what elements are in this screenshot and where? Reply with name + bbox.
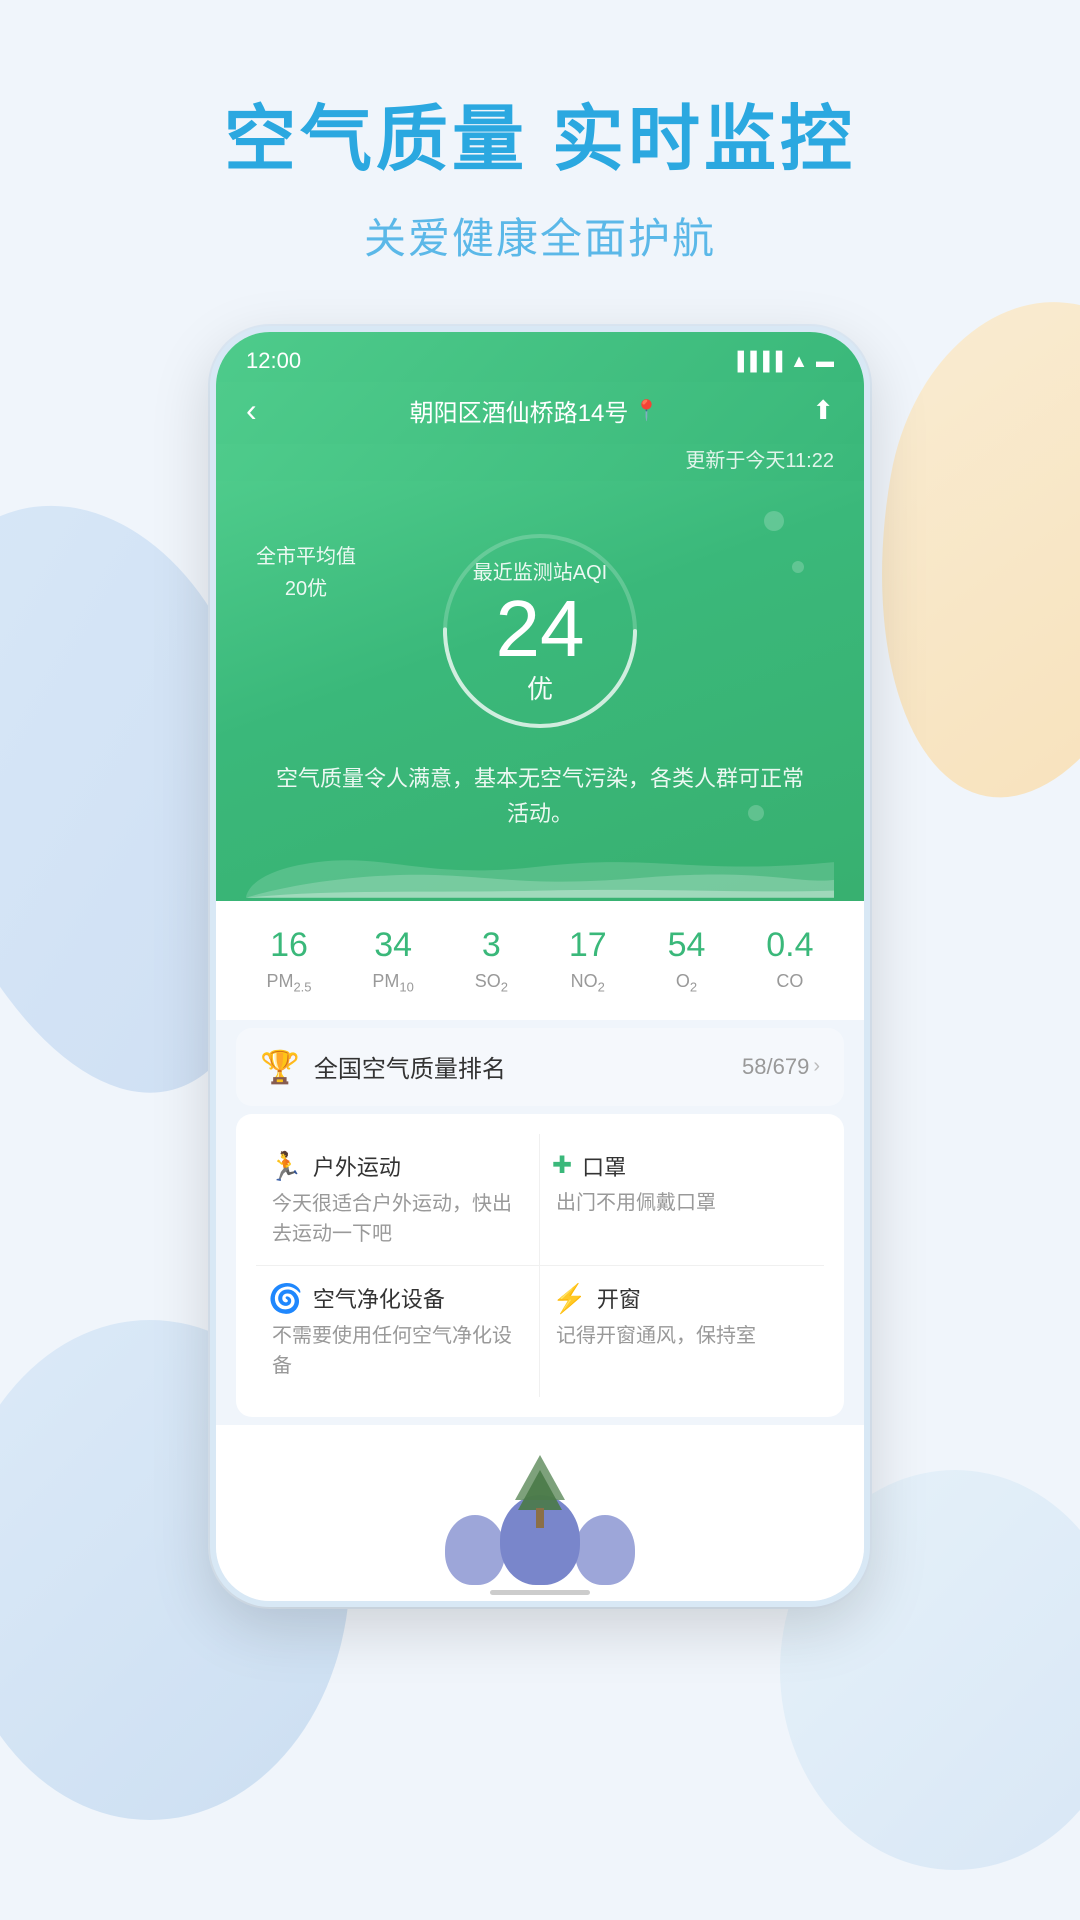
metric-co-label: CO — [776, 971, 803, 992]
home-indicator — [490, 1590, 590, 1595]
lifestyle-purifier: 🌀 空气净化设备 不需要使用任何空气净化设备 — [256, 1266, 540, 1397]
aqi-quality: 优 — [527, 669, 553, 706]
aqi-circle: 最近监测站AQI 24 优 — [430, 521, 650, 741]
lifestyle-outdoor: 🏃 户外运动 今天很适合户外运动，快出去运动一下吧 — [256, 1134, 540, 1266]
purifier-icon: 🌀 — [268, 1282, 303, 1315]
trophy-icon: 🏆 — [260, 1048, 300, 1086]
aqi-section: 全市平均值 20优 最近监测站AQI 24 优 — [216, 481, 864, 901]
aqi-circle-container: 最近监测站AQI 24 优 — [246, 501, 834, 741]
share-button[interactable]: ⬆ — [812, 395, 834, 426]
metric-pm10-value: 34 — [374, 926, 412, 965]
ranking-value: 58/679 › — [742, 1054, 820, 1080]
mask-title: 口罩 — [582, 1150, 626, 1182]
metric-no2: 17 NO2 — [569, 926, 607, 995]
phone-mockup: 12:00 ▐▐▐▐ ▲ ▬ ‹ 朝阳区酒仙桥路14号 📍 ⬆ 更新于今天11:… — [210, 326, 870, 1607]
aqi-value: 24 — [496, 589, 585, 669]
outdoor-title: 户外运动 — [313, 1150, 401, 1182]
outdoor-desc: 今天很适合户外运动，快出去运动一下吧 — [268, 1189, 527, 1249]
metric-pm25-label: PM2.5 — [266, 971, 311, 995]
lifestyle-mask-header: ✚ 口罩 — [552, 1150, 812, 1182]
location-title: 朝阳区酒仙桥路14号 📍 — [410, 393, 660, 428]
back-button[interactable]: ‹ — [246, 392, 257, 429]
lifestyle-purifier-header: 🌀 空气净化设备 — [268, 1282, 527, 1315]
metric-so2: 3 SO2 — [475, 926, 508, 995]
metric-pm25: 16 PM2.5 — [266, 926, 311, 995]
lifestyle-window-header: ⚡ 开窗 — [552, 1282, 812, 1315]
ranking-section[interactable]: 🏆 全国空气质量排名 58/679 › — [236, 1028, 844, 1106]
lifestyle-outdoor-header: 🏃 户外运动 — [268, 1150, 527, 1183]
location-text: 朝阳区酒仙桥路14号 — [410, 393, 629, 428]
aqi-description: 空气质量令人满意，基本无空气污染，各类人群可正常活动。 — [246, 741, 834, 831]
outdoor-icon: 🏃 — [268, 1150, 303, 1183]
ranking-left: 🏆 全国空气质量排名 — [260, 1048, 506, 1086]
metric-pm25-value: 16 — [270, 926, 308, 965]
window-title: 开窗 — [597, 1282, 641, 1314]
metric-co: 0.4 CO — [766, 926, 813, 995]
metric-so2-value: 3 — [482, 926, 501, 965]
aqi-station-label: 最近监测站AQI — [473, 556, 607, 585]
ranking-label: 全国空气质量排名 — [314, 1049, 506, 1084]
lifestyle-section: 🏃 户外运动 今天很适合户外运动，快出去运动一下吧 ✚ 口罩 出门不用佩戴口罩 … — [236, 1114, 844, 1417]
metric-o2-value: 54 — [668, 926, 706, 965]
mask-icon: ✚ — [552, 1151, 572, 1180]
status-time: 12:00 — [246, 348, 301, 374]
metric-no2-label: NO2 — [571, 971, 605, 995]
wifi-icon: ▲ — [790, 351, 808, 372]
main-title: 空气质量 实时监控 — [224, 80, 856, 185]
metric-co-value: 0.4 — [766, 926, 813, 965]
window-icon: ⚡ — [552, 1282, 587, 1315]
metric-pm10-label: PM10 — [372, 971, 413, 995]
metric-pm10: 34 PM10 — [372, 926, 413, 995]
sub-title: 关爱健康全面护航 — [364, 205, 716, 266]
purifier-title: 空气净化设备 — [313, 1282, 445, 1314]
status-icons: ▐▐▐▐ ▲ ▬ — [731, 351, 834, 372]
location-pin-icon: 📍 — [634, 398, 659, 423]
metric-o2-label: O2 — [676, 971, 697, 995]
city-avg: 全市平均值 20优 — [256, 541, 356, 605]
metric-o2: 54 O2 — [668, 926, 706, 995]
phone-bottom — [216, 1585, 864, 1601]
signal-icon: ▐▐▐▐ — [731, 351, 782, 372]
mask-desc: 出门不用佩戴口罩 — [552, 1188, 812, 1218]
lifestyle-mask: ✚ 口罩 出门不用佩戴口罩 — [540, 1134, 824, 1266]
battery-icon: ▬ — [816, 351, 834, 372]
metric-so2-label: SO2 — [475, 971, 508, 995]
status-bar: 12:00 ▐▐▐▐ ▲ ▬ — [216, 332, 864, 382]
app-header: ‹ 朝阳区酒仙桥路14号 📍 ⬆ — [216, 382, 864, 444]
window-desc: 记得开窗通风，保持室 — [552, 1321, 812, 1351]
lifestyle-grid: 🏃 户外运动 今天很适合户外运动，快出去运动一下吧 ✚ 口罩 出门不用佩戴口罩 … — [256, 1134, 824, 1397]
purifier-desc: 不需要使用任何空气净化设备 — [268, 1321, 527, 1381]
metrics-section: 16 PM2.5 34 PM10 3 SO2 17 NO2 54 O2 0.4 … — [216, 901, 864, 1020]
page-container: 空气质量 实时监控 关爱健康全面护航 12:00 ▐▐▐▐ ▲ ▬ ‹ 朝阳区酒… — [0, 0, 1080, 1607]
update-time: 更新于今天11:22 — [216, 444, 864, 481]
metric-no2-value: 17 — [569, 926, 607, 965]
bottom-area — [216, 1425, 864, 1585]
chevron-right-icon: › — [813, 1055, 820, 1078]
lifestyle-window: ⚡ 开窗 记得开窗通风，保持室 — [540, 1266, 824, 1397]
